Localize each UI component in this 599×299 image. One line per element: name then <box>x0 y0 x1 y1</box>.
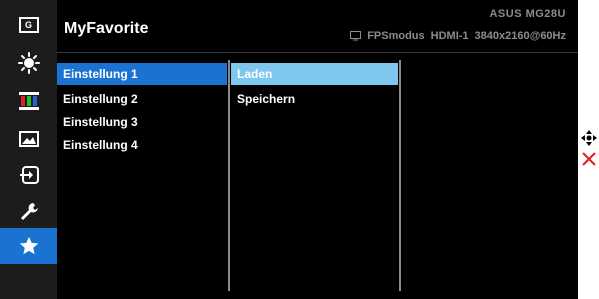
system-setup-icon <box>20 203 38 220</box>
sidebar: G <box>0 0 57 299</box>
monitor-model: ASUS MG28U <box>489 8 566 20</box>
sidebar-item-color[interactable] <box>0 84 57 118</box>
menu-item-einstellung-4[interactable]: Einstellung 4 <box>57 134 227 156</box>
navigate-icon <box>581 130 597 146</box>
menu-item-einstellung-1[interactable]: Einstellung 1 <box>57 63 227 85</box>
header-divider <box>57 52 578 53</box>
star-icon <box>19 236 38 255</box>
osd-panel: G MyFavorite ASUS MG28U FPSmodus HDMI-1 … <box>0 0 578 299</box>
close-control[interactable] <box>580 150 598 168</box>
sidebar-item-input[interactable] <box>0 158 57 192</box>
game-icon-label: G <box>24 19 32 30</box>
brightness-icon <box>17 52 40 74</box>
sidebar-item-image[interactable] <box>0 122 57 156</box>
color-icon <box>18 92 39 110</box>
status-bar: FPSmodus HDMI-1 3840x2160@60Hz <box>350 30 566 42</box>
game-icon: G <box>18 17 39 33</box>
menu-item-einstellung-3[interactable]: Einstellung 3 <box>57 111 227 133</box>
menu-item-speichern[interactable]: Speichern <box>231 88 398 110</box>
resolution-label: 3840x2160@60Hz <box>474 30 566 42</box>
image-icon <box>18 131 39 147</box>
page-title: MyFavorite <box>64 20 149 37</box>
sidebar-item-myfavorite[interactable] <box>0 228 57 264</box>
sidebar-item-game[interactable]: G <box>0 8 57 42</box>
menu-item-einstellung-2[interactable]: Einstellung 2 <box>57 88 227 110</box>
column-divider <box>228 60 230 291</box>
sidebar-item-system[interactable] <box>0 194 57 228</box>
input-select-icon <box>19 166 39 184</box>
column-divider <box>399 60 401 291</box>
monitor-icon <box>350 31 362 41</box>
menu-item-laden[interactable]: Laden <box>231 63 398 85</box>
navigate-control[interactable] <box>580 129 598 147</box>
mode-label: FPSmodus <box>367 30 425 42</box>
input-label: HDMI-1 <box>430 30 469 42</box>
close-icon <box>582 152 596 166</box>
sidebar-item-brightness[interactable] <box>0 46 57 80</box>
